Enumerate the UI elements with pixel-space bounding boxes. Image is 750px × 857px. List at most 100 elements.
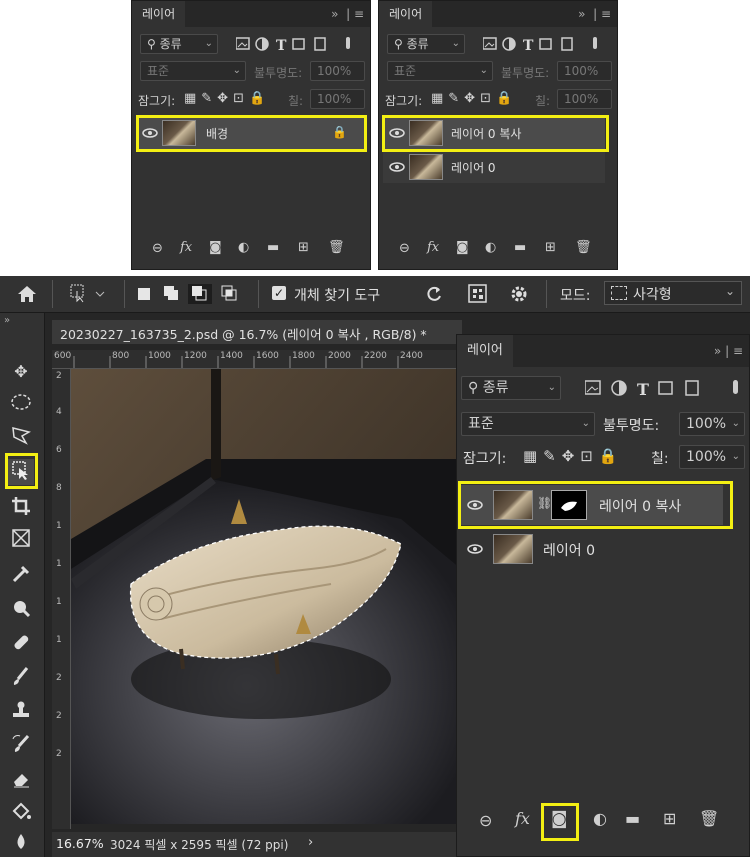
fx-icon[interactable]: fx xyxy=(180,240,192,255)
refresh-icon[interactable] xyxy=(424,284,444,304)
history-brush-icon[interactable] xyxy=(8,733,34,759)
show-all-objects-icon[interactable] xyxy=(468,284,488,304)
link-icon[interactable]: ⊖ xyxy=(399,241,410,256)
chevron-down-icon: ⌄ xyxy=(204,38,213,49)
new-layer-icon[interactable]: ⊞ xyxy=(298,240,309,255)
ruler-label: 2 xyxy=(56,371,62,381)
new-layer-icon[interactable]: ⊞ xyxy=(545,240,556,255)
layers-tab[interactable]: 레이어 xyxy=(132,1,186,27)
filter-kind-dropdown[interactable]: ⚲ 종류 ⌄ xyxy=(387,34,465,54)
filter-icons[interactable]: T xyxy=(236,37,361,53)
layer-row-0[interactable]: 레이어 0 xyxy=(461,533,723,565)
adjustment-icon[interactable]: ◐ xyxy=(593,809,607,828)
paint-bucket-icon[interactable] xyxy=(8,801,34,827)
gear-icon[interactable] xyxy=(508,283,530,305)
ruler-label: 4 xyxy=(56,407,62,417)
ruler-label: 6 xyxy=(56,445,62,455)
home-icon[interactable] xyxy=(16,284,38,304)
document-tab[interactable]: 20230227_163735_2.psd @ 16.7% (레이어 0 복사 … xyxy=(52,320,462,344)
folder-icon[interactable]: ▬ xyxy=(625,809,640,828)
blend-mode-dropdown[interactable]: 표준 ⌄ xyxy=(140,61,246,81)
blend-row: 표준 ⌄ 불투명도: 100% xyxy=(132,61,370,85)
layers-tab[interactable]: 레이어 xyxy=(457,335,513,367)
object-finder-label: 개체 찾기 도구 xyxy=(294,288,381,304)
layers-panel-main: 레이어 » | ≡ ⚲ 종류 ⌄ T 표준 ⌄ 불투명도: 100% ⌄ 잠그기: ▦… xyxy=(456,334,750,857)
fill-field[interactable]: 100% xyxy=(310,89,365,109)
add-mask-icon[interactable]: ◙ xyxy=(209,240,222,255)
ellipse-marquee-icon[interactable] xyxy=(8,393,34,419)
folder-icon[interactable]: ▬ xyxy=(514,240,526,255)
blend-mode-dropdown[interactable]: 표준 ⌄ xyxy=(387,61,493,81)
ruler-label: 1 xyxy=(56,597,62,607)
lock-label: 잠그기: xyxy=(138,94,176,108)
document-canvas[interactable] xyxy=(71,369,461,824)
layer-row-0[interactable]: 레이어 0 xyxy=(383,151,605,183)
new-layer-icon[interactable]: ⊞ xyxy=(663,809,676,828)
link-icon[interactable]: ⊖ xyxy=(479,811,492,830)
object-finder-checkbox[interactable]: ✓ xyxy=(272,286,286,300)
filter-icons[interactable]: T xyxy=(483,37,608,53)
selection-mode-icons[interactable] xyxy=(136,284,248,304)
panel-footer: ⊖ fx ◙ ◐ ▬ ⊞ 🗑 xyxy=(457,801,749,841)
opacity-field[interactable]: 100% xyxy=(310,61,365,81)
lock-icons[interactable]: ▦✎✥⊡🔒 xyxy=(523,447,624,465)
layers-tab[interactable]: 레이어 xyxy=(379,1,433,27)
trash-icon[interactable]: 🗑 xyxy=(328,240,345,255)
eye-icon[interactable] xyxy=(389,159,405,175)
eraser-icon[interactable] xyxy=(8,767,34,793)
ruler-label: 800 xyxy=(112,351,130,361)
eyedropper-icon[interactable] xyxy=(8,563,34,589)
trash-icon[interactable]: 🗑 xyxy=(575,240,592,255)
adjustment-icon[interactable]: ◐ xyxy=(238,240,249,255)
blend-row: 표준 ⌄ 불투명도: 100% ⌄ xyxy=(457,412,749,436)
fill-field[interactable]: 100% xyxy=(557,89,612,109)
add-mask-icon[interactable]: ◙ xyxy=(456,240,469,255)
highlight-box xyxy=(458,481,733,529)
lock-row: 잠그기: ▦✎✥⊡🔒 칠: 100% xyxy=(132,89,370,113)
fx-icon[interactable]: fx xyxy=(427,240,439,255)
filter-kind-dropdown[interactable]: ⚲ 종류 ⌄ xyxy=(461,376,561,400)
clone-stamp-icon[interactable] xyxy=(8,699,34,725)
brush-icon[interactable] xyxy=(8,665,34,691)
filter-row: ⚲ 종류 ⌄ T xyxy=(132,34,370,58)
frame-icon[interactable] xyxy=(8,527,34,553)
crop-icon[interactable] xyxy=(8,495,34,521)
ruler-label: 2200 xyxy=(364,351,387,361)
chevron-down-icon: ⌄ xyxy=(451,38,460,49)
tools-panel: » ✥ xyxy=(0,313,45,857)
ruler-label: 8 xyxy=(56,483,62,493)
bandage-icon[interactable] xyxy=(8,631,34,657)
zoom-level[interactable]: 16.67% xyxy=(56,836,104,851)
filter-kind-dropdown[interactable]: ⚲ 종류 ⌄ xyxy=(140,34,218,54)
ruler-label: 2400 xyxy=(400,351,423,361)
panel-menu-icon[interactable]: » | ≡ xyxy=(578,1,611,27)
trash-icon[interactable]: 🗑 xyxy=(699,809,719,828)
spot-healing-icon[interactable] xyxy=(8,597,34,623)
chevron-right-icon[interactable]: › xyxy=(308,835,313,850)
move-tool-icon[interactable]: ✥ xyxy=(8,359,34,385)
blend-mode-dropdown[interactable]: 표준 ⌄ xyxy=(461,412,595,436)
link-icon[interactable]: ⊖ xyxy=(152,241,163,256)
eye-icon[interactable] xyxy=(467,541,483,557)
layer-thumbnail xyxy=(409,154,443,180)
filter-icons[interactable]: T xyxy=(585,380,747,398)
folder-icon[interactable]: ▬ xyxy=(267,240,279,255)
blur-icon[interactable] xyxy=(8,831,34,857)
lock-label: 잠그기: xyxy=(463,451,507,467)
svg-text:T: T xyxy=(637,380,649,398)
chevron-down-icon: ⌄ xyxy=(547,382,556,393)
opacity-field[interactable]: 100% xyxy=(557,61,612,81)
opacity-field[interactable]: 100% ⌄ xyxy=(679,412,745,436)
adjustment-icon[interactable]: ◐ xyxy=(485,240,496,255)
lock-icons[interactable]: ▦✎✥⊡🔒 xyxy=(184,91,270,106)
panel-menu-icon[interactable]: » | ≡ xyxy=(714,335,743,367)
filter-row: ⚲ 종류 ⌄ T xyxy=(379,34,617,58)
fill-field[interactable]: 100% ⌄ xyxy=(679,445,745,469)
fx-icon[interactable]: fx xyxy=(515,809,530,828)
lock-icons[interactable]: ▦✎✥⊡🔒 xyxy=(431,91,517,106)
toolbar-collapse-icon[interactable]: » xyxy=(4,315,10,326)
panel-menu-icon[interactable]: » | ≡ xyxy=(331,1,364,27)
mode-dropdown[interactable]: 사각형 ⌄ xyxy=(604,281,742,305)
polygon-lasso-icon[interactable] xyxy=(8,425,34,451)
tool-preset-icon[interactable] xyxy=(70,284,110,304)
